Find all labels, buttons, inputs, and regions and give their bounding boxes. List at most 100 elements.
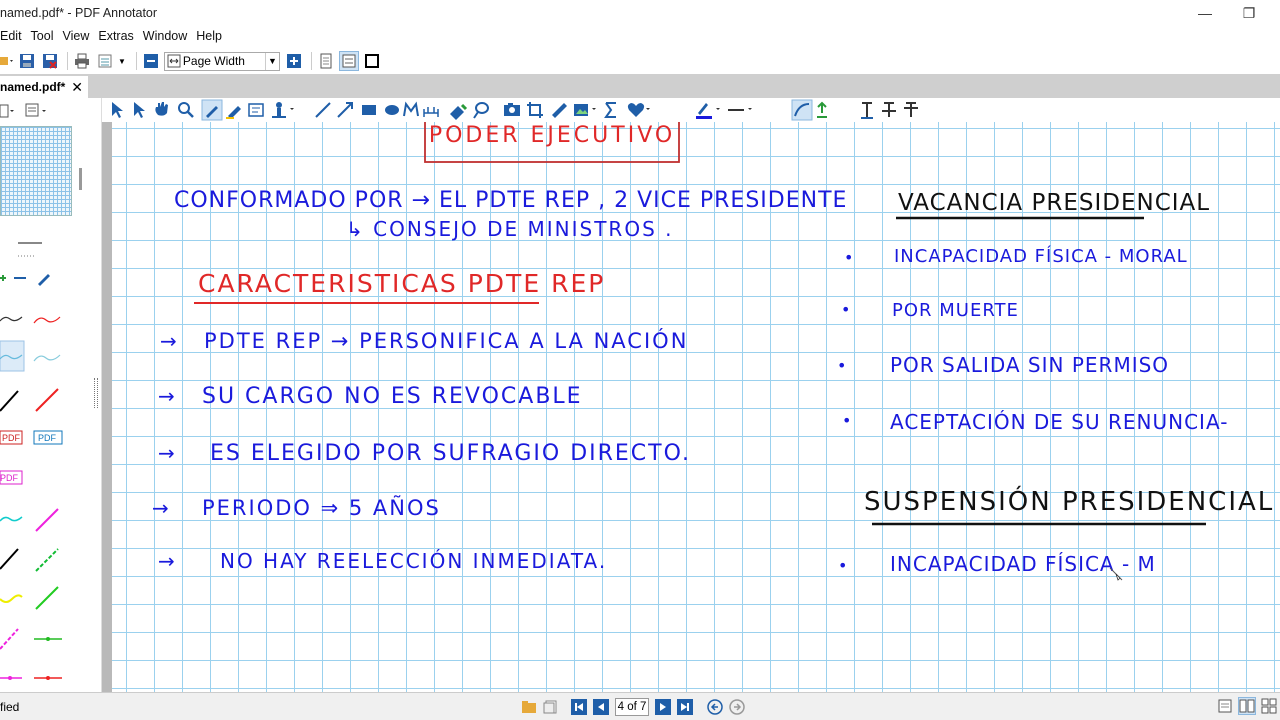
bullet-item: ES ELEGIDO POR SUFRAGIO DIRECTO. xyxy=(210,441,691,466)
hand-icon xyxy=(155,102,168,116)
status-text: fied xyxy=(0,700,20,714)
lasso-icon xyxy=(473,102,489,119)
suspension-item: INCAPACIDAD FÍSICA - M xyxy=(890,552,1156,576)
section-title: CARACTERISTICAS PDTE REP xyxy=(198,269,605,298)
camera-icon xyxy=(504,103,520,116)
panel-toolbar xyxy=(0,103,46,118)
bullet-arrow: → xyxy=(160,329,177,353)
polyline-icon xyxy=(403,101,419,117)
save-as-icon[interactable] xyxy=(40,51,60,71)
panel-splitter[interactable] xyxy=(94,378,98,408)
last-page-icon[interactable] xyxy=(676,698,694,716)
print-icon[interactable] xyxy=(72,51,92,71)
conformado-line: CONFORMADO POR → EL PDTE REP , 2 VICE PR… xyxy=(174,188,847,213)
bullet-item: NO HAY REELECCIÓN INMEDIATA. xyxy=(220,549,607,573)
vacancia-item: ACEPTACIÓN DE SU RENUNCIA- xyxy=(890,410,1228,434)
page-width-icon xyxy=(167,54,181,68)
page-thumbnail[interactable] xyxy=(0,126,72,216)
print-options-icon[interactable] xyxy=(95,51,115,71)
suspension-title: SUSPENSIÓN PRESIDENCIAL xyxy=(864,485,1274,517)
zoom-dropdown-arrow[interactable]: ▼ xyxy=(264,52,279,70)
menu-edit[interactable]: Edit xyxy=(0,29,28,43)
strike-text-icon xyxy=(904,102,918,117)
bullet-item: PDTE REP → PERSONIFICA A LA NACIÓN xyxy=(204,328,688,353)
vacancia-dot: • xyxy=(844,248,853,267)
eraser-icon xyxy=(450,103,468,120)
highlighter-icon xyxy=(226,106,241,119)
text-select-icon xyxy=(134,102,145,118)
open-folder-icon[interactable] xyxy=(520,698,538,716)
edit-pen-icon xyxy=(38,274,50,286)
menu-view[interactable]: View xyxy=(62,29,95,43)
back-icon[interactable] xyxy=(706,698,724,716)
single-page-icon[interactable] xyxy=(316,51,336,71)
annotation-tools[interactable] xyxy=(106,99,1276,121)
pen-panel-toolbar xyxy=(0,274,50,286)
grid-view-icon[interactable] xyxy=(1260,697,1278,715)
straighten-icon xyxy=(817,101,827,118)
separator xyxy=(135,52,137,70)
menu-bar: Edit Tool View Extras Window Help xyxy=(0,26,1280,46)
rectangle-icon xyxy=(362,105,376,115)
window-title: named.pdf* - PDF Annotator xyxy=(0,6,158,20)
conformado-sub-line: ↳ CONSEJO DE MINISTROS . xyxy=(346,217,673,241)
page-number-field[interactable]: 4 of 7 xyxy=(615,698,649,716)
menu-extras[interactable]: Extras xyxy=(98,29,139,43)
strikeout-icon xyxy=(882,102,896,117)
restore-button[interactable]: ❐ xyxy=(1226,0,1272,26)
color-icon xyxy=(696,103,720,119)
bullet-arrow: → xyxy=(158,549,175,573)
panel-scrollbar[interactable] xyxy=(79,168,82,190)
minimize-button[interactable]: — xyxy=(1182,0,1228,26)
svg-text:PDF: PDF xyxy=(0,473,19,483)
open-dropdown-icon[interactable] xyxy=(0,51,14,71)
pen-icon xyxy=(201,99,223,121)
title-bar: named.pdf* - PDF Annotator — ❐ xyxy=(0,0,1280,26)
vacancia-item: POR SALIDA SIN PERMISO xyxy=(890,353,1169,377)
zoom-in-icon[interactable] xyxy=(284,51,304,71)
page-navigator: 4 of 7 xyxy=(518,697,748,717)
menu-help[interactable]: Help xyxy=(196,29,228,43)
vacancia-dot: • xyxy=(837,356,846,375)
next-page-icon[interactable] xyxy=(654,698,672,716)
line-width-icon xyxy=(728,108,752,111)
stamp-icon xyxy=(272,102,294,118)
two-page-view-icon[interactable] xyxy=(1238,697,1256,715)
svg-text:PDF: PDF xyxy=(38,433,57,443)
save-icon[interactable] xyxy=(17,51,37,71)
sum-icon xyxy=(604,102,616,118)
continuous-page-icon[interactable] xyxy=(338,51,359,71)
arrow-line-icon xyxy=(337,102,353,118)
magnifier-icon xyxy=(178,102,194,118)
favorite-pens[interactable]: PDF PDF PDF xyxy=(0,303,80,703)
bullet-item: SU CARGO NO ES REVOCABLE xyxy=(202,384,583,409)
document-stack-icon[interactable] xyxy=(542,698,560,716)
header-title: PODER EJECUTIVO xyxy=(429,123,675,148)
menu-window[interactable]: Window xyxy=(143,29,193,43)
vacancia-dot: • xyxy=(841,300,850,319)
single-view-icon[interactable] xyxy=(1216,697,1234,715)
document-tab[interactable]: named.pdf* ✕ xyxy=(0,76,88,98)
status-bar: fied 4 of 7 xyxy=(0,692,1280,720)
ellipse-icon xyxy=(385,105,399,115)
document-tab-label: named.pdf* xyxy=(0,80,66,94)
first-page-icon[interactable] xyxy=(570,698,588,716)
separator xyxy=(310,52,312,70)
pdf-page[interactable]: PODER EJECUTIVO CONFORMADO POR → EL PDTE… xyxy=(112,122,1280,692)
forward-icon[interactable] xyxy=(728,698,746,716)
print-dropdown-arrow[interactable]: ▼ xyxy=(118,57,126,66)
zoom-mode-label: Page Width xyxy=(182,54,245,68)
zoom-select[interactable]: Page Width ▼ xyxy=(163,51,280,71)
vacancia-item: POR MUERTE xyxy=(892,300,1019,321)
vacancia-dot: • xyxy=(842,411,851,430)
close-tab-icon[interactable]: ✕ xyxy=(71,79,83,96)
panel-list-icon xyxy=(25,103,46,117)
previous-page-icon[interactable] xyxy=(592,698,610,716)
fullscreen-icon[interactable] xyxy=(362,51,382,71)
measure-icon xyxy=(552,103,567,118)
document-viewport[interactable]: PODER EJECUTIVO CONFORMADO POR → EL PDTE… xyxy=(102,122,1280,692)
vacancia-title: VACANCIA PRESIDENCIAL xyxy=(898,190,1210,216)
zoom-out-icon[interactable] xyxy=(141,51,161,71)
menu-tool[interactable]: Tool xyxy=(31,29,60,43)
arrow-select-icon xyxy=(112,102,123,118)
